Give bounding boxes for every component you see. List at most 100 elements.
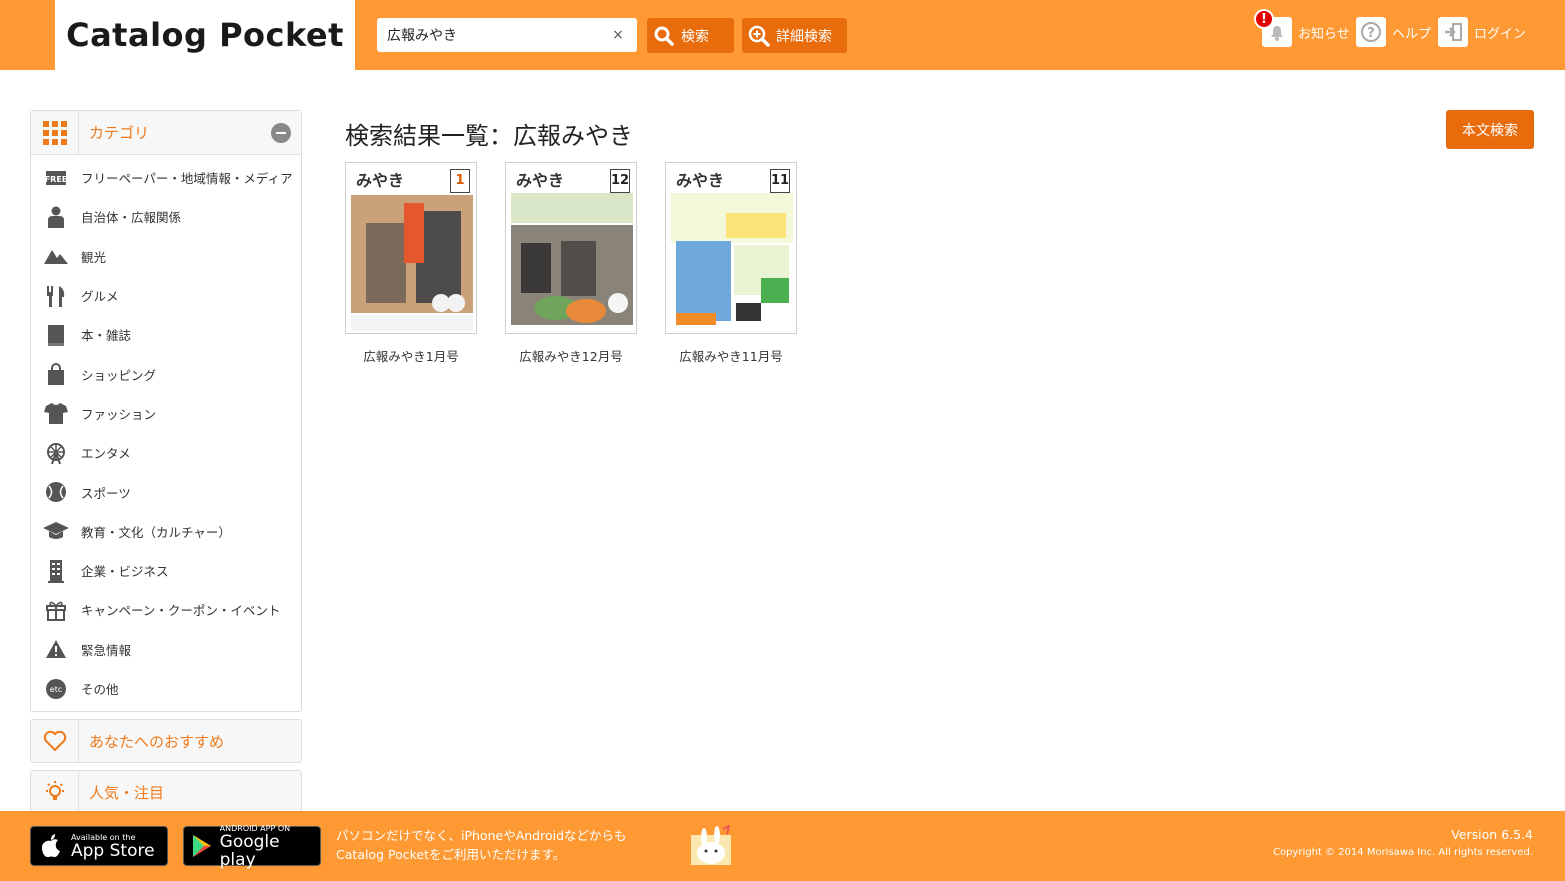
login-link[interactable]: ログイン: [1438, 16, 1526, 48]
login-label: ログイン: [1474, 26, 1527, 42]
heart-icon: [31, 720, 79, 763]
logo-text: Catalog Pocket: [66, 16, 344, 54]
category-label: スポーツ: [81, 485, 131, 501]
header: Catalog Pocket × 検索 詳細検索 ! お知らせ ? ヘルプ ロ: [0, 0, 1565, 70]
category-campaign[interactable]: キャンペーン・クーポン・イベント: [31, 590, 301, 629]
notice-link[interactable]: ! お知らせ: [1254, 9, 1350, 48]
cover-issue: 1: [450, 169, 470, 193]
category-title: カテゴリ: [89, 124, 150, 142]
result-title[interactable]: 広報みやき11月号: [665, 346, 797, 365]
warning-icon: [31, 639, 81, 659]
category-books[interactable]: 本・雑誌: [31, 315, 301, 354]
category-label: 観光: [81, 249, 107, 265]
apple-icon: [31, 833, 71, 859]
official-person-icon: [31, 206, 81, 228]
category-label: ショッピング: [81, 367, 157, 383]
category-government[interactable]: 自治体・広報関係: [31, 197, 301, 236]
popular-panel[interactable]: 人気・注目: [30, 770, 302, 815]
catalog-cover[interactable]: みやき 1: [345, 162, 477, 334]
cover-issue: 12: [610, 169, 630, 193]
clear-search-icon[interactable]: ×: [607, 27, 629, 43]
category-panel: カテゴリ FREE フリーペーパー・地域情報・メディア 自治体・広報関係 観光 …: [30, 110, 302, 713]
notice-badge: !: [1254, 9, 1274, 29]
bell-icon: !: [1254, 9, 1292, 47]
category-shopping[interactable]: ショッピング: [31, 354, 301, 393]
free-icon: FREE: [31, 170, 81, 186]
search-box: ×: [377, 18, 637, 52]
popular-header[interactable]: 人気・注目: [31, 771, 301, 814]
advanced-search-icon: [742, 25, 776, 47]
help-icon: ?: [1356, 17, 1386, 47]
result-card[interactable]: みやき 12 広報みやき12月号: [505, 162, 665, 365]
app-store-button[interactable]: Available on the App Store: [30, 826, 168, 866]
advanced-search-button[interactable]: 詳細検索: [742, 18, 847, 53]
lightbulb-icon: [31, 771, 79, 814]
category-emergency[interactable]: 緊急情報: [31, 630, 301, 669]
result-title[interactable]: 広報みやき1月号: [345, 346, 477, 365]
recommend-header[interactable]: あなたへのおすすめ: [31, 720, 301, 763]
login-icon: [1438, 17, 1468, 47]
footer-description: パソコンだけでなく、iPhoneやAndroidなどからも Catalog Po…: [336, 826, 627, 864]
search-button-label: 検索: [681, 28, 709, 45]
google-play-icon: [184, 834, 220, 858]
mountain-icon: [31, 248, 81, 265]
search-input[interactable]: [377, 20, 607, 50]
category-tourism[interactable]: 観光: [31, 237, 301, 276]
category-header[interactable]: カテゴリ: [31, 110, 301, 155]
cover-issue: 11: [770, 169, 790, 193]
collapse-icon[interactable]: [271, 122, 291, 143]
popular-label: 人気・注目: [89, 783, 165, 802]
gplay-big-text: Google play: [219, 831, 280, 870]
category-label: その他: [81, 682, 119, 697]
category-label: フリーペーパー・地域情報・メディア: [81, 171, 293, 187]
result-card[interactable]: みやき 1 広報みやき1月号: [345, 162, 505, 365]
search-icon: [647, 26, 681, 46]
footer-text-line2: Catalog Pocketをご利用いただけます。: [336, 847, 566, 862]
sidebar: カテゴリ FREE フリーペーパー・地域情報・メディア 自治体・広報関係 観光 …: [30, 110, 302, 815]
category-label: グルメ: [81, 289, 119, 305]
cover-title: みやき: [676, 171, 725, 190]
category-entertainment[interactable]: エンタメ: [31, 433, 301, 472]
category-education[interactable]: 教育・文化（カルチャー）: [31, 512, 301, 551]
category-business[interactable]: 企業・ビジネス: [31, 551, 301, 590]
gift-icon: [31, 599, 81, 621]
category-label: キャンペーン・クーポン・イベント: [81, 603, 281, 619]
help-label: ヘルプ: [1392, 26, 1432, 42]
category-other[interactable]: etc その他: [31, 669, 301, 708]
shopping-bag-icon: [31, 363, 81, 386]
tshirt-icon: [31, 402, 81, 425]
category-label: 緊急情報: [81, 642, 132, 658]
fulltext-search-button[interactable]: 本文検索: [1446, 110, 1534, 149]
mascot-icon: [689, 824, 733, 871]
version-text: Version 6.5.4: [1451, 827, 1533, 842]
category-label: エンタメ: [81, 446, 131, 462]
category-sports[interactable]: スポーツ: [31, 472, 301, 511]
category-free-paper[interactable]: FREE フリーペーパー・地域情報・メディア: [31, 158, 301, 197]
ferris-wheel-icon: [31, 442, 81, 464]
category-gourmet[interactable]: グルメ: [31, 276, 301, 315]
grid-icon: [31, 110, 79, 155]
search-button[interactable]: 検索: [647, 18, 734, 53]
recommend-panel[interactable]: あなたへのおすすめ: [30, 719, 302, 764]
cover-title: みやき: [356, 171, 405, 190]
result-list: みやき 1 広報みやき1月号 みやき 12 広報みやき12月号 みやき 11 広…: [345, 162, 825, 365]
category-label: ファッション: [81, 406, 157, 422]
catalog-cover[interactable]: みやき 12: [505, 162, 637, 334]
result-title[interactable]: 広報みやき12月号: [505, 346, 637, 365]
book-icon: [31, 324, 81, 346]
category-label: 自治体・広報関係: [81, 210, 182, 226]
cover-title: みやき: [516, 171, 565, 190]
category-label: 本・雑誌: [81, 328, 132, 344]
etc-icon: etc: [31, 678, 81, 700]
catalog-cover[interactable]: みやき 11: [665, 162, 797, 334]
google-play-button[interactable]: ANDROID APP ON Google play: [183, 824, 321, 870]
category-fashion[interactable]: ファッション: [31, 394, 301, 433]
svg-text:etc: etc: [50, 685, 62, 694]
svg-text:FREE: FREE: [45, 175, 67, 184]
graduation-cap-icon: [31, 521, 81, 541]
help-link[interactable]: ? ヘルプ: [1356, 16, 1431, 48]
building-icon: [31, 559, 81, 583]
logo[interactable]: Catalog Pocket: [55, 0, 355, 70]
result-card[interactable]: みやき 11 広報みやき11月号: [665, 162, 825, 365]
category-list: FREE フリーペーパー・地域情報・メディア 自治体・広報関係 観光 グルメ 本…: [31, 155, 301, 711]
